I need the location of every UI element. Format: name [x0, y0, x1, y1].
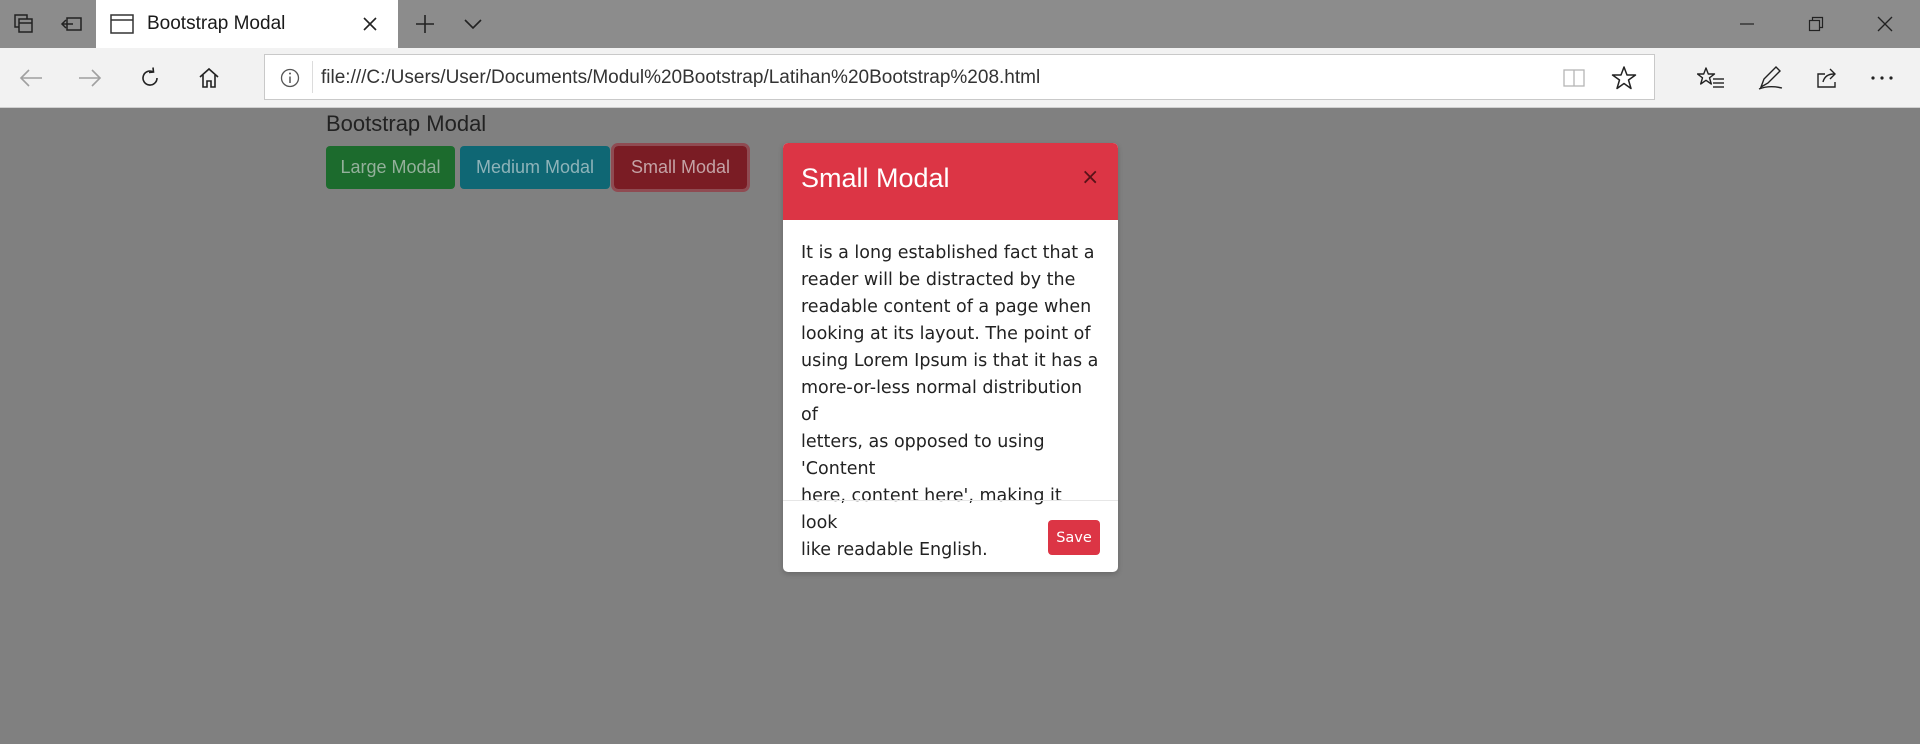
share-icon[interactable]: [1804, 54, 1852, 102]
minimize-icon[interactable]: [1712, 0, 1781, 48]
title-bar: Bootstrap Modal: [0, 0, 1920, 48]
more-icon[interactable]: [1858, 54, 1906, 102]
modal-body-line: reader will be distracted by the: [801, 270, 1076, 290]
tab-sets-icon[interactable]: [0, 0, 48, 48]
modal-header: Small Modal ×: [783, 143, 1118, 220]
pen-icon[interactable]: [1746, 54, 1794, 102]
refresh-icon[interactable]: [126, 54, 174, 102]
tab-title: Bootstrap Modal: [147, 13, 286, 34]
info-icon[interactable]: [279, 67, 301, 89]
address-bar[interactable]: file:///C:/Users/User/Documents/Modul%20…: [264, 54, 1655, 100]
page-title: Bootstrap Modal: [326, 111, 487, 136]
large-modal-button[interactable]: Large Modal: [326, 146, 455, 189]
small-modal-button[interactable]: Small Modal: [611, 143, 750, 192]
modal-footer-divider: [783, 500, 1118, 501]
new-tab-icon[interactable]: [401, 0, 449, 48]
navigation-bar: file:///C:/Users/User/Documents/Modul%20…: [0, 48, 1920, 108]
set-tabs-aside-icon[interactable]: [48, 0, 96, 48]
modal-body-line: It is a long established fact that a: [801, 243, 1095, 263]
tab-list-chevron-icon[interactable]: [449, 0, 497, 48]
modal-body: It is a long established fact that a rea…: [801, 240, 1101, 564]
modal-body-line: looking at its layout. The point of: [801, 324, 1091, 344]
address-url[interactable]: file:///C:/Users/User/Documents/Modul%20…: [321, 67, 1040, 89]
reading-view-icon[interactable]: [1562, 66, 1586, 90]
forward-icon[interactable]: [66, 54, 114, 102]
favorites-icon[interactable]: [1687, 54, 1735, 102]
close-icon[interactable]: [358, 12, 382, 36]
page-icon: [110, 14, 134, 34]
home-icon[interactable]: [185, 54, 233, 102]
modal-body-line: more-or-less normal distribution of: [801, 378, 1083, 425]
save-button[interactable]: Save: [1048, 520, 1100, 555]
medium-modal-button[interactable]: Medium Modal: [460, 146, 610, 189]
active-tab[interactable]: Bootstrap Modal: [96, 0, 398, 48]
small-modal: Small Modal × It is a long established f…: [783, 143, 1118, 572]
restore-icon[interactable]: [1781, 0, 1850, 48]
window-close-icon[interactable]: [1850, 0, 1919, 48]
modal-body-line: using Lorem Ipsum is that it has a: [801, 351, 1099, 371]
modal-body-line: readable content of a page when: [801, 297, 1092, 317]
back-icon[interactable]: [7, 54, 55, 102]
modal-body-line: letters, as opposed to using 'Content: [801, 432, 1045, 479]
address-separator: [312, 61, 313, 93]
modal-close-button[interactable]: ×: [1081, 165, 1099, 190]
modal-title: Small Modal: [801, 163, 950, 193]
favorite-star-icon[interactable]: [1611, 65, 1637, 91]
